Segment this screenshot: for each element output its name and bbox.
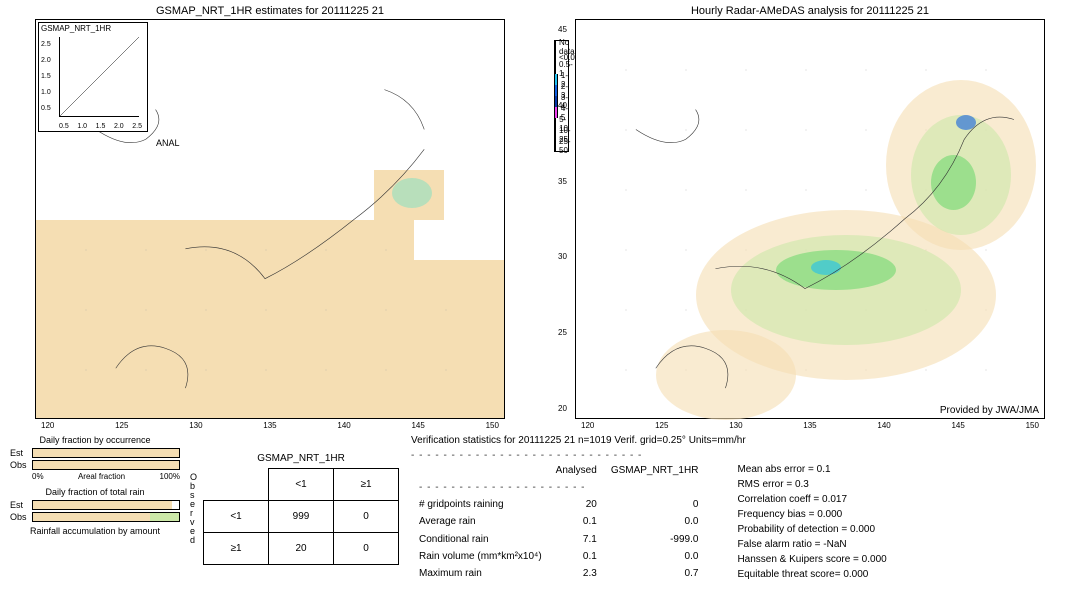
contingency-table: GSMAP_NRT_1HR <1≥1 <19990 ≥1200 [201,453,401,565]
fraction-bars: Daily fraction by occurrence Est Obs 0%A… [10,435,180,583]
attribution: Provided by JWA/JMA [940,405,1039,416]
left-map-title: GSMAP_NRT_1HR estimates for 20111225 21 [10,5,530,17]
right-map-title: Hourly Radar-AMeDAS analysis for 2011122… [550,5,1070,17]
right-map: Provided by JWA/JMA 12012513013514014515… [575,19,1045,419]
verification-stats: Verification statistics for 20111225 21 … [411,435,1070,583]
observed-axis-label: Observed [190,473,197,545]
gsmap-estimate-panel: GSMAP_NRT_1HR estimates for 20111225 21 … [0,0,540,430]
radar-amedas-panel: Hourly Radar-AMeDAS analysis for 2011122… [540,0,1080,430]
left-map: GSMAP_NRT_1HR 2.5 2.0 1.5 1.0 0.5 0.5 1.… [35,19,505,419]
scatter-inset: GSMAP_NRT_1HR 2.5 2.0 1.5 1.0 0.5 0.5 1.… [38,22,148,132]
anal-label: ANAL [156,138,180,148]
